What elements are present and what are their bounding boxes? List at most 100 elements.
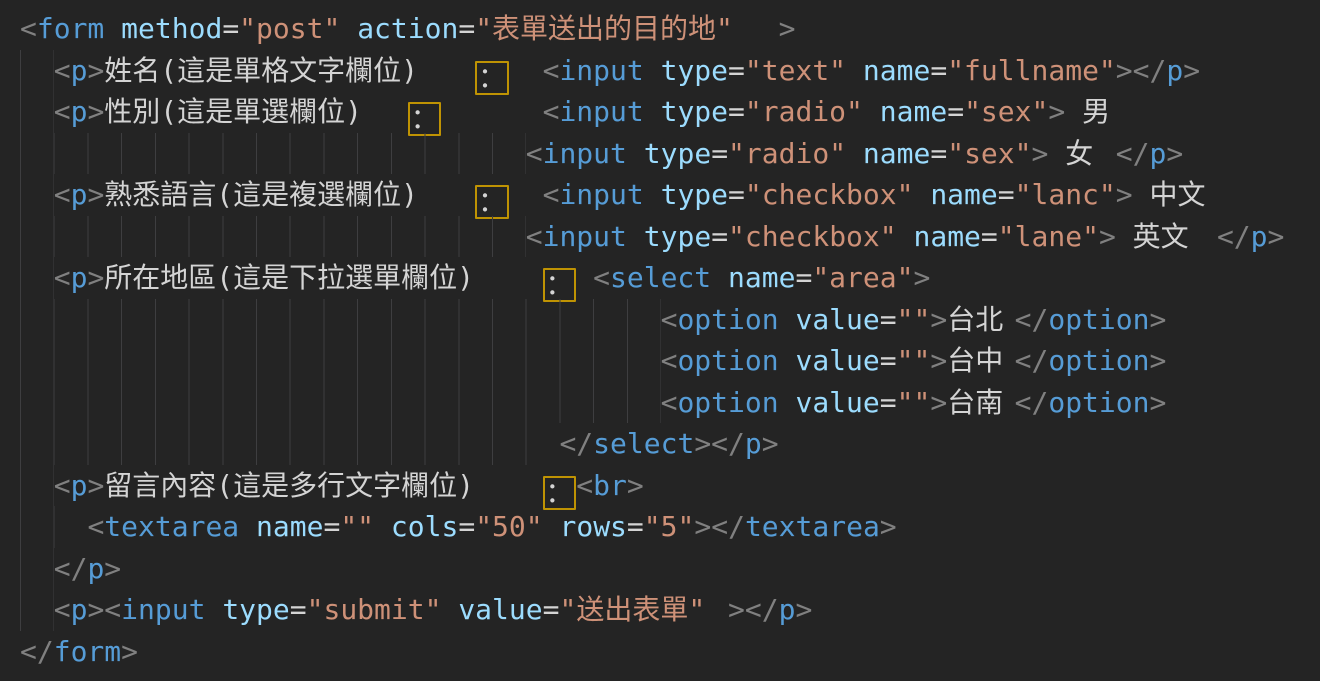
code-token-text: [779, 303, 796, 336]
code-line[interactable]: </select></p>: [20, 423, 1320, 465]
code-token-text: [779, 386, 796, 419]
code-token-text: 姓名(這是單格文字欄位): [104, 50, 475, 92]
code-line[interactable]: <p>性別(這是單選欄位)： <input type="radio" name=…: [20, 91, 1320, 133]
code-line[interactable]: <p>所在地區(這是下拉選單欄位)： <select name="area">: [20, 257, 1320, 299]
code-token-equals: =: [323, 510, 340, 543]
code-token-equals: =: [930, 54, 947, 87]
code-token-delimiter: >: [694, 427, 711, 460]
code-token-string: "checkbox": [728, 220, 897, 253]
code-token-text: [441, 95, 542, 128]
code-token-string: "送出表單": [559, 589, 728, 631]
unicode-highlight-box: ：: [543, 268, 577, 302]
code-token-delimiter: <: [54, 178, 71, 211]
leading-whitespace: [20, 510, 87, 543]
leading-whitespace: [20, 220, 526, 253]
code-token-attribute: name: [863, 54, 930, 87]
code-token-delimiter: </: [1116, 137, 1150, 170]
code-token-text: [644, 54, 661, 87]
code-token-tag: option: [677, 344, 778, 377]
code-token-delimiter: >: [1150, 386, 1167, 419]
code-token-delimiter: <: [526, 220, 543, 253]
code-token-delimiter: </: [1133, 54, 1167, 87]
code-line[interactable]: <p>姓名(這是單格文字欄位)： <input type="text" name…: [20, 50, 1320, 92]
code-token-attribute: method: [121, 12, 222, 45]
code-token-tag: p: [1150, 137, 1167, 170]
code-line[interactable]: <textarea name="" cols="50" rows="5"></t…: [20, 506, 1320, 548]
code-token-string: "radio": [728, 137, 846, 170]
code-token-delimiter: <: [593, 261, 610, 294]
code-token-attribute: name: [728, 261, 795, 294]
code-token-text: [627, 137, 644, 170]
code-token-delimiter: >: [1116, 178, 1133, 211]
code-token-equals: =: [290, 593, 307, 626]
code-token-delimiter: >: [1150, 303, 1167, 336]
code-token-equals: =: [222, 12, 239, 45]
code-token-delimiter: >: [913, 261, 930, 294]
code-token-equals: =: [728, 95, 745, 128]
code-token-tag: p: [745, 427, 762, 460]
code-token-delimiter: <: [104, 593, 121, 626]
code-line[interactable]: <p>留言內容(這是多行文字欄位)：<br>: [20, 465, 1320, 507]
code-token-string: "radio": [745, 95, 863, 128]
code-line[interactable]: </form>: [20, 631, 1320, 673]
code-token-text: [846, 54, 863, 87]
code-line[interactable]: <input type="checkbox" name="lane"> 英文 <…: [20, 216, 1320, 258]
code-token-delimiter: >: [1183, 54, 1200, 87]
code-line[interactable]: <form method="post" action="表單送出的目的地">: [20, 8, 1320, 50]
code-token-text: [576, 261, 593, 294]
code-token-delimiter: >: [1268, 220, 1285, 253]
code-token-tag: option: [1048, 344, 1149, 377]
code-token-text: [913, 178, 930, 211]
code-token-text: 台中: [947, 340, 1014, 382]
code-token-tag: form: [37, 12, 104, 45]
code-token-delimiter: <: [54, 54, 71, 87]
code-token-text: [627, 220, 644, 253]
code-token-string: "sex": [964, 95, 1048, 128]
unicode-highlight-box: ：: [475, 61, 509, 95]
code-token-string: "area": [812, 261, 913, 294]
code-editor[interactable]: <form method="post" action="表單送出的目的地"> <…: [0, 0, 1320, 681]
code-line[interactable]: <option value="">台北</option>: [20, 299, 1320, 341]
code-token-delimiter: </: [1015, 303, 1049, 336]
code-token-attribute: action: [357, 12, 458, 45]
code-token-delimiter: >: [728, 593, 745, 626]
code-token-string: "5": [644, 510, 695, 543]
code-token-attribute: type: [644, 137, 711, 170]
leading-whitespace: [20, 137, 526, 170]
code-token-attribute: cols: [391, 510, 458, 543]
code-token-attribute: rows: [559, 510, 626, 543]
code-token-equals: =: [728, 178, 745, 211]
leading-whitespace: [20, 303, 661, 336]
code-token-text: [104, 12, 121, 45]
code-token-delimiter: <: [543, 54, 560, 87]
code-token-text: [205, 593, 222, 626]
code-token-attribute: name: [256, 510, 323, 543]
code-token-tag: p: [71, 593, 88, 626]
code-line[interactable]: <option value="">台中</option>: [20, 340, 1320, 382]
code-line[interactable]: </p>: [20, 548, 1320, 590]
code-token-delimiter: </: [54, 552, 88, 585]
code-token-tag: p: [71, 469, 88, 502]
code-line[interactable]: <p><input type="submit" value="送出表單"></p…: [20, 589, 1320, 631]
unicode-highlight-box: ：: [475, 185, 509, 219]
code-token-tag: p: [1166, 54, 1183, 87]
code-token-delimiter: >: [795, 593, 812, 626]
code-token-string: "": [897, 303, 931, 336]
code-token-tag: p: [71, 178, 88, 211]
code-token-tag: option: [677, 303, 778, 336]
code-line[interactable]: <input type="radio" name="sex"> 女 </p>: [20, 133, 1320, 175]
code-line[interactable]: <option value="">台南</option>: [20, 382, 1320, 424]
code-token-text: [340, 12, 357, 45]
code-line[interactable]: <p>熟悉語言(這是複選欄位)： <input type="checkbox" …: [20, 174, 1320, 216]
code-token-text: [863, 95, 880, 128]
code-token-delimiter: <: [543, 95, 560, 128]
code-token-delimiter: <: [87, 510, 104, 543]
code-token-attribute: name: [880, 95, 947, 128]
code-token-delimiter: <: [54, 261, 71, 294]
code-token-tag: p: [779, 593, 796, 626]
code-token-delimiter: >: [930, 303, 947, 336]
code-token-delimiter: </: [711, 510, 745, 543]
code-token-text: [644, 95, 661, 128]
code-token-delimiter: >: [1048, 95, 1065, 128]
code-token-text: 台北: [947, 299, 1014, 341]
